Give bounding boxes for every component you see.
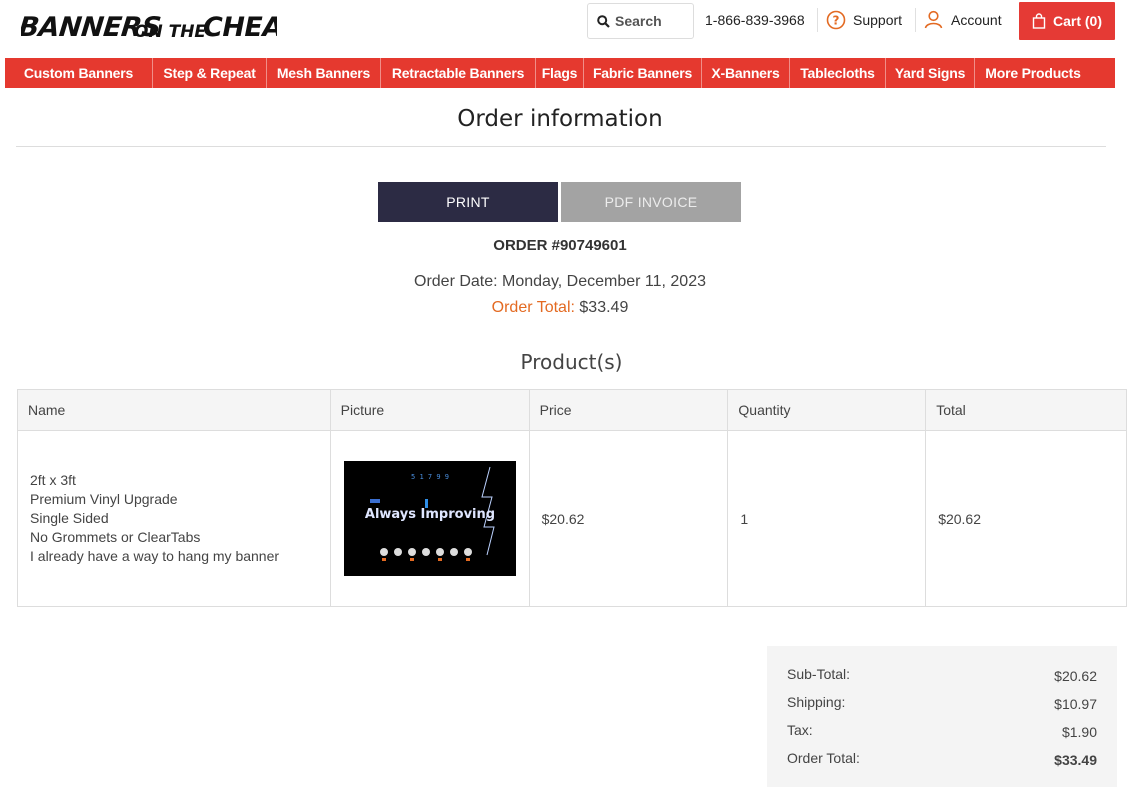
nav-item-tablecloths[interactable]: Tablecloths xyxy=(790,58,886,88)
order-date: Order Date: Monday, December 11, 2023 xyxy=(414,273,706,290)
summary-label: Shipping: xyxy=(787,694,846,710)
nav-item-fabric-banners[interactable]: Fabric Banners xyxy=(584,58,702,88)
table-header-row: Name Picture Price Quantity Total xyxy=(17,389,1127,431)
summary-shipping-row: Shipping: $10.97 xyxy=(787,694,1097,722)
summary-label: Order Total: xyxy=(787,750,860,766)
question-circle-icon: ? xyxy=(826,10,846,30)
total-cell: $20.62 xyxy=(925,430,1127,607)
title-divider xyxy=(16,146,1106,147)
column-header-price: Price xyxy=(528,389,729,431)
nav-item-x-banners[interactable]: X-Banners xyxy=(702,58,790,88)
svg-text:?: ? xyxy=(833,14,840,28)
page-title: Order information xyxy=(457,106,663,132)
summary-tax-row: Tax: $1.90 xyxy=(787,722,1097,750)
table-row: 2ft x 3ft Premium Vinyl Upgrade Single S… xyxy=(17,430,1127,607)
phone-number[interactable]: 1-866-839-3968 xyxy=(705,12,805,28)
nav-item-custom-banners[interactable]: Custom Banners xyxy=(5,58,153,88)
shopping-bag-icon xyxy=(1032,13,1046,29)
summary-total-row: Order Total: $33.49 xyxy=(787,750,1097,778)
column-header-picture: Picture xyxy=(329,389,530,431)
main-nav: Custom Banners Step & Repeat Mesh Banner… xyxy=(5,58,1115,88)
product-hanging: I already have a way to hang my banner xyxy=(30,548,280,564)
products-heading: Product(s) xyxy=(520,350,623,374)
product-grommets: No Grommets or ClearTabs xyxy=(30,529,201,545)
nav-item-flags[interactable]: Flags xyxy=(536,58,584,88)
summary-value: $33.49 xyxy=(1054,752,1097,768)
product-size: 2ft x 3ft xyxy=(30,472,76,488)
products-table: Name Picture Price Quantity Total 2ft x … xyxy=(17,389,1127,607)
order-total: Order Total: $33.49 xyxy=(0,299,1120,317)
svg-text:ON THE: ON THE xyxy=(134,22,206,42)
summary-value: $1.90 xyxy=(1061,724,1097,740)
quantity-cell: 1 xyxy=(727,430,927,607)
header-divider xyxy=(817,8,818,32)
support-link[interactable]: ? Support xyxy=(826,10,902,30)
nav-item-yard-signs[interactable]: Yard Signs xyxy=(886,58,975,88)
product-picture-cell: 5 1 7 9 9 Always Improving xyxy=(329,430,530,607)
order-total-value: $33.49 xyxy=(579,299,629,316)
product-sides: Single Sided xyxy=(30,510,109,526)
banners-on-the-cheap-logo[interactable]: BANNERS ON THE CHEAP xyxy=(21,6,277,46)
column-header-quantity: Quantity xyxy=(727,389,927,431)
search-button[interactable]: Search xyxy=(587,3,694,39)
user-icon xyxy=(924,10,943,29)
search-icon xyxy=(597,14,610,28)
search-label: Search xyxy=(615,13,662,29)
column-header-total: Total xyxy=(925,389,1127,431)
summary-label: Sub-Total: xyxy=(787,666,851,682)
summary-value: $10.97 xyxy=(1054,696,1097,712)
summary-subtotal-row: Sub-Total: $20.62 xyxy=(787,666,1097,694)
order-summary: Sub-Total: $20.62 Shipping: $10.97 Tax: … xyxy=(767,646,1117,787)
banner-top-text: 5 1 7 9 9 xyxy=(411,473,449,481)
print-button[interactable]: PRINT xyxy=(378,182,558,222)
column-header-name: Name xyxy=(17,389,331,431)
pdf-invoice-button[interactable]: PDF INVOICE xyxy=(561,182,741,222)
header-divider xyxy=(915,8,916,32)
summary-label: Tax: xyxy=(787,722,813,738)
account-link[interactable]: Account xyxy=(924,10,1002,29)
svg-text:CHEAP: CHEAP xyxy=(203,12,277,43)
order-number: ORDER #90749601 xyxy=(493,237,627,254)
product-thumbnail[interactable]: 5 1 7 9 9 Always Improving xyxy=(343,461,516,576)
nav-item-step-repeat[interactable]: Step & Repeat xyxy=(153,58,267,88)
cart-label: Cart (0) xyxy=(1052,13,1102,29)
banner-preview-image: 5 1 7 9 9 Always Improving xyxy=(343,461,516,576)
nav-item-more-products[interactable]: More Products xyxy=(975,58,1091,88)
site-header: BANNERS ON THE CHEAP Search 1-866-839-39… xyxy=(0,0,1147,56)
summary-value: $20.62 xyxy=(1054,668,1097,684)
nav-item-retractable-banners[interactable]: Retractable Banners xyxy=(381,58,536,88)
cart-button[interactable]: Cart (0) xyxy=(1019,2,1115,40)
nav-item-mesh-banners[interactable]: Mesh Banners xyxy=(267,58,381,88)
price-cell: $20.62 xyxy=(528,430,729,607)
support-label: Support xyxy=(853,12,903,28)
product-name-cell: 2ft x 3ft Premium Vinyl Upgrade Single S… xyxy=(17,430,331,607)
account-label: Account xyxy=(951,11,1002,28)
order-total-label: Order Total: xyxy=(491,299,575,316)
banner-main-text: Always Improving xyxy=(365,507,495,522)
product-material: Premium Vinyl Upgrade xyxy=(30,491,178,507)
